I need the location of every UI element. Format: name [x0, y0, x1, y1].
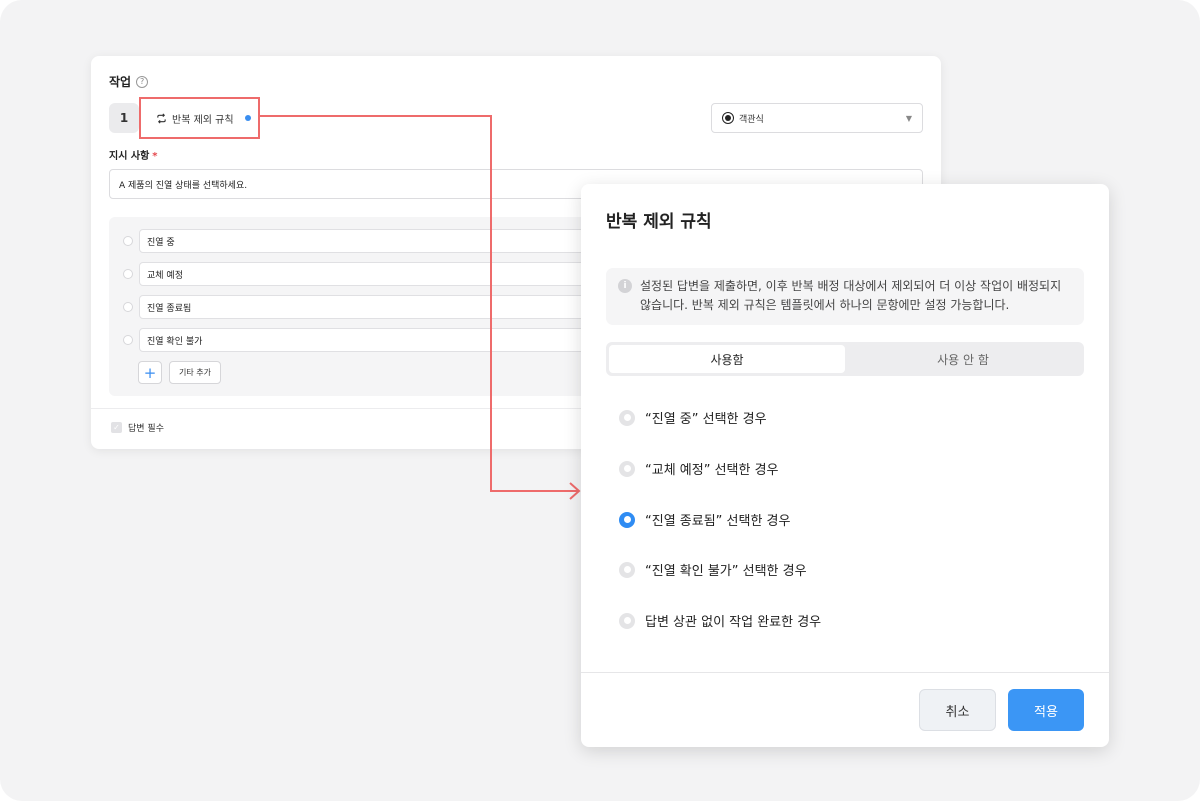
- rule-chip-label: 반복 제외 규칙: [172, 114, 234, 126]
- chevron-down-icon: ▼: [905, 113, 912, 123]
- add-option-button[interactable]: +: [138, 361, 162, 384]
- choice-option[interactable]: “진열 중” 선택한 경우: [619, 408, 767, 427]
- radio-button[interactable]: [619, 561, 635, 578]
- option-radio: [123, 335, 133, 345]
- instruction-label-text: 지시 사항: [109, 151, 150, 162]
- usage-toggle: 사용함 사용 안 함: [606, 342, 1084, 376]
- info-icon: i: [618, 279, 632, 293]
- notice-box: i 설정된 답변을 제출하면, 이후 반복 배정 대상에서 제외되어 더 이상 …: [606, 268, 1084, 325]
- choice-label: “진열 종료됨” 선택한 경우: [645, 514, 791, 529]
- option-radio: [123, 269, 133, 279]
- repeat-icon: [157, 113, 166, 123]
- tab-not-use[interactable]: 사용 안 함: [845, 345, 1081, 373]
- radio-button[interactable]: [619, 460, 635, 477]
- choice-label: “진열 확인 불가” 선택한 경우: [645, 564, 807, 579]
- modal-title: 반복 제외 규칙: [606, 212, 712, 232]
- required-asterisk: *: [152, 151, 158, 162]
- cancel-button[interactable]: 취소: [919, 689, 996, 731]
- task-title-text: 작업: [109, 75, 132, 89]
- instruction-label: 지시 사항 *: [109, 147, 158, 162]
- radio-button[interactable]: [619, 409, 635, 426]
- choice-option[interactable]: 답변 상관 없이 작업 완료한 경우: [619, 611, 821, 630]
- choice-label: “교체 예정” 선택한 경우: [645, 463, 779, 478]
- choice-label: “진열 중” 선택한 경우: [645, 412, 767, 427]
- status-dot: [244, 115, 251, 121]
- tab-use[interactable]: 사용함: [609, 345, 845, 373]
- answer-required-label: 답변 필수: [128, 424, 164, 434]
- repeat-exclusion-modal: 반복 제외 규칙 i 설정된 답변을 제출하면, 이후 반복 배정 대상에서 제…: [581, 184, 1109, 747]
- checkbox-icon[interactable]: ✓: [111, 422, 122, 433]
- notice-text: 설정된 답변을 제출하면, 이후 반복 배정 대상에서 제외되어 더 이상 작업…: [640, 279, 1062, 312]
- radio-button[interactable]: [619, 612, 635, 629]
- add-other-button[interactable]: 기타 추가: [169, 361, 221, 384]
- apply-button[interactable]: 적용: [1008, 689, 1084, 731]
- question-number: 1: [109, 103, 139, 133]
- answer-required-toggle[interactable]: ✓ 답변 필수: [111, 421, 164, 434]
- choice-option[interactable]: “교체 예정” 선택한 경우: [619, 459, 779, 478]
- choice-label: 답변 상관 없이 작업 완료한 경우: [645, 615, 822, 630]
- choice-option[interactable]: “진열 확인 불가” 선택한 경우: [619, 560, 807, 579]
- answer-type-value: 객관식: [739, 114, 764, 125]
- divider: [581, 672, 1109, 673]
- help-icon[interactable]: ?: [136, 75, 149, 88]
- repeat-exclusion-rule-chip[interactable]: 반복 제외 규칙: [139, 97, 260, 139]
- choice-option-selected[interactable]: “진열 종료됨” 선택한 경우: [619, 510, 790, 529]
- answer-type-select[interactable]: 객관식 ▼: [711, 103, 923, 133]
- task-section-title: 작업 ?: [109, 73, 149, 90]
- add-option-row: + 기타 추가: [138, 361, 221, 384]
- radio-button-selected[interactable]: [619, 511, 635, 528]
- radio-type-icon: [722, 112, 734, 124]
- option-radio: [123, 236, 133, 246]
- option-radio: [123, 302, 133, 312]
